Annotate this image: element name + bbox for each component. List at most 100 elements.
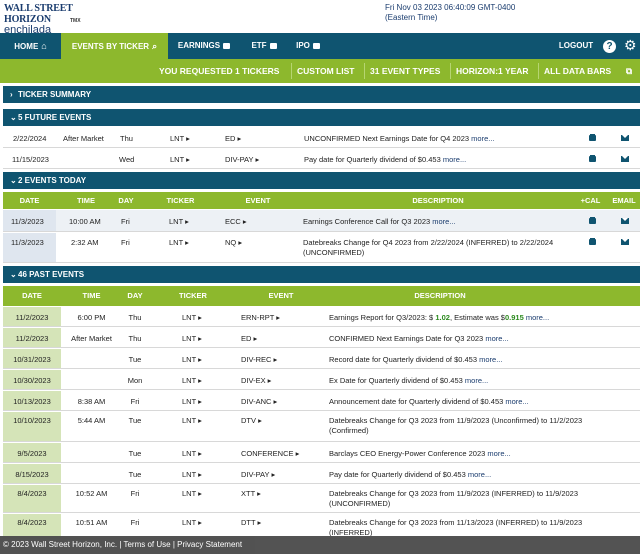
past-events-toggle[interactable]: ⌄46 PAST EVENTS — [3, 266, 640, 283]
calendar-icon[interactable] — [589, 217, 596, 224]
ticker-link[interactable]: LNT ▸ — [182, 449, 202, 458]
external-link-icon[interactable]: ⧉ — [626, 59, 632, 83]
chevron-right-icon: › — [10, 90, 13, 99]
ticker-link[interactable]: LNT ▸ — [170, 155, 190, 164]
ticker-link[interactable]: LNT ▸ — [182, 470, 202, 479]
ticker-link[interactable]: LNT ▸ — [182, 334, 202, 343]
past-row-4[interactable]: 10/13/2023 8:38 AM Fri LNT ▸ DIV-ANC ▸ Announ… — [3, 391, 640, 411]
ticker-link[interactable]: LNT ▸ — [182, 518, 202, 527]
today-row-1[interactable]: 11/3/2023 2:32 AM Fri LNT ▸ NQ ▸ Datebre… — [3, 233, 640, 263]
more-link[interactable]: more... — [526, 313, 549, 322]
ticker-link[interactable]: LNT ▸ — [182, 489, 202, 498]
more-link[interactable]: more... — [465, 376, 488, 385]
more-link[interactable]: more... — [505, 397, 528, 406]
event-day: Thu — [128, 334, 142, 343]
col-description[interactable]: DESCRIPTION — [405, 286, 475, 306]
calendar-icon[interactable] — [589, 238, 596, 245]
event-code-link[interactable]: ERN-RPT ▸ — [241, 313, 280, 322]
more-link[interactable]: more... — [487, 449, 510, 458]
nav-etf[interactable]: ETF — [240, 33, 288, 59]
col-date[interactable]: DATE — [3, 192, 56, 209]
ticker-link[interactable]: LNT ▸ — [182, 355, 202, 364]
col-date[interactable]: DATE — [3, 286, 61, 306]
past-row-5[interactable]: 10/10/2023 5:44 AM Tue LNT ▸ DTV ▸ Datebreaks… — [3, 412, 640, 442]
col-email[interactable]: EMAIL — [609, 192, 639, 209]
ticker-summary-toggle[interactable]: › TICKER SUMMARY — [3, 86, 640, 103]
ticker-link[interactable]: LNT ▸ — [170, 134, 190, 143]
gear-icon[interactable]: ⚙ — [624, 38, 637, 52]
past-row-2[interactable]: 10/31/2023 Tue LNT ▸ DIV-REC ▸ Record date f… — [3, 349, 640, 369]
col-event[interactable]: EVENT — [258, 286, 304, 306]
event-code-link[interactable]: DTT ▸ — [241, 518, 261, 527]
terms-link[interactable]: Terms of Use — [123, 540, 170, 549]
ticker-link[interactable]: LNT ▸ — [182, 313, 202, 322]
help-icon[interactable]: ? — [603, 40, 616, 53]
past-row-1[interactable]: 11/2/2023 After Market Thu LNT ▸ ED ▸ CONFIRM… — [3, 328, 640, 348]
past-row-0[interactable]: 11/2/2023 6:00 PM Thu LNT ▸ ERN-RPT ▸ Earning… — [3, 307, 640, 327]
past-row-8[interactable]: 8/4/2023 10:52 AM Fri LNT ▸ XTT ▸ Datebreaks … — [3, 485, 640, 513]
today-row-0[interactable]: 11/3/2023 10:00 AM Fri LNT ▸ ECC ▸ Earni… — [3, 210, 640, 232]
col-ticker[interactable]: TICKER — [170, 286, 216, 306]
future-events-toggle[interactable]: ⌄5 FUTURE EVENTS — [3, 109, 640, 126]
today-events-toggle[interactable]: ⌄2 EVENTS TODAY — [3, 172, 640, 189]
event-code-link[interactable]: DIV-PAY ▸ — [241, 470, 275, 479]
col-description[interactable]: DESCRIPTION — [403, 192, 473, 209]
event-code-link[interactable]: DIV-EX ▸ — [241, 376, 271, 385]
event-date: 2/22/2024 — [13, 134, 47, 143]
future-row-1[interactable]: 11/15/2023 Wed LNT ▸ DIV-PAY ▸ Pay date … — [3, 149, 640, 169]
col-day[interactable]: DAY — [111, 192, 141, 209]
ticker-link[interactable]: LNT ▸ — [182, 376, 202, 385]
nav-earnings[interactable]: EARNINGS — [168, 33, 240, 59]
event-code-link[interactable]: ED ▸ — [225, 134, 241, 143]
event-code-link[interactable]: DIV-ANC ▸ — [241, 397, 277, 406]
ticker-link[interactable]: LNT ▸ — [182, 397, 202, 406]
event-code-link[interactable]: DIV-PAY ▸ — [225, 155, 259, 164]
calendar-icon[interactable] — [589, 134, 596, 141]
event-code-link[interactable]: NQ ▸ — [225, 238, 242, 247]
more-link[interactable]: more... — [471, 134, 494, 143]
event-code-link[interactable]: DTV ▸ — [241, 416, 262, 425]
sub-nav: YOU REQUESTED 1 TICKERS CUSTOM LIST 31 E… — [0, 59, 640, 83]
past-row-3[interactable]: 10/30/2023 Mon LNT ▸ DIV-EX ▸ Ex Date for Qu… — [3, 370, 640, 390]
event-code-link[interactable]: DIV-REC ▸ — [241, 355, 277, 364]
privacy-link[interactable]: Privacy Statement — [177, 540, 242, 549]
email-icon[interactable] — [621, 156, 629, 162]
past-row-7[interactable]: 8/15/2023 Tue LNT ▸ DIV-PAY ▸ Pay date for Q… — [3, 464, 640, 484]
requested-tickers-link[interactable]: YOU REQUESTED 1 TICKERS — [159, 59, 279, 83]
date-cell: 10/30/2023 — [3, 370, 61, 389]
ticker-link[interactable]: LNT ▸ — [169, 217, 189, 226]
more-link[interactable]: more... — [432, 217, 455, 226]
nav-events-by-ticker[interactable]: EVENTS BY TICKER ⌕ — [61, 33, 168, 59]
event-types-link[interactable]: 31 EVENT TYPES — [370, 59, 440, 83]
event-code-link[interactable]: XTT ▸ — [241, 489, 261, 498]
col-day[interactable]: DAY — [120, 286, 150, 306]
email-icon[interactable] — [621, 239, 629, 245]
ticker-link[interactable]: LNT ▸ — [169, 238, 189, 247]
more-link[interactable]: more... — [468, 470, 491, 479]
email-icon[interactable] — [621, 135, 629, 141]
all-data-bars-link[interactable]: ALL DATA BARS — [544, 59, 611, 83]
col-ticker[interactable]: TICKER — [158, 192, 203, 209]
col-event[interactable]: EVENT — [235, 192, 281, 209]
event-code-link[interactable]: ECC ▸ — [225, 217, 247, 226]
col-time[interactable]: TIME — [66, 192, 106, 209]
more-link[interactable]: more... — [485, 334, 508, 343]
more-link[interactable]: more... — [479, 355, 502, 364]
more-link[interactable]: more... — [443, 155, 466, 164]
email-icon[interactable] — [621, 218, 629, 224]
calendar-icon[interactable] — [589, 155, 596, 162]
col-time[interactable]: TIME — [69, 286, 114, 306]
logout-link[interactable]: LOGOUT — [556, 33, 596, 59]
ticker-link[interactable]: LNT ▸ — [182, 416, 202, 425]
event-code-link[interactable]: ED ▸ — [241, 334, 257, 343]
event-code-link[interactable]: CONFERENCE ▸ — [241, 449, 299, 458]
horizon-link[interactable]: HORIZON:1 YEAR — [456, 59, 529, 83]
nav-home[interactable]: HOME ⌂ — [0, 33, 61, 59]
custom-list-link[interactable]: CUSTOM LIST — [297, 59, 354, 83]
future-row-0[interactable]: 2/22/2024 After Market Thu LNT ▸ ED ▸ UN… — [3, 128, 640, 148]
wsh-logo[interactable]: WALL STREET HORIZON enchilada TMX — [4, 3, 104, 36]
col-cal[interactable]: +CAL — [578, 192, 603, 209]
past-row-6[interactable]: 9/5/2023 Tue LNT ▸ CONFERENCE ▸ Barclays CEO… — [3, 443, 640, 463]
nav-ipo[interactable]: IPO — [288, 33, 328, 59]
event-day: Fri — [130, 489, 140, 498]
